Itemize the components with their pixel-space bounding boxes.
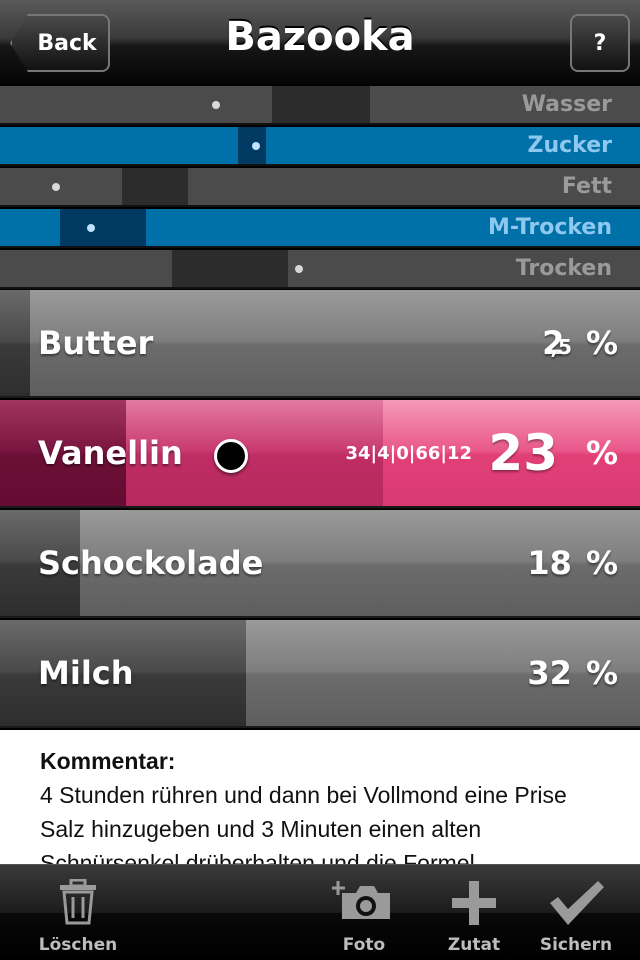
percent-value: 18 bbox=[527, 544, 572, 582]
photo-label: Foto bbox=[342, 935, 386, 955]
ingredient-percent: 18 % bbox=[527, 510, 618, 616]
delete-button[interactable]: Löschen bbox=[18, 865, 138, 960]
percent-fraction: ,5 bbox=[550, 335, 572, 359]
ingredient-fill bbox=[0, 290, 30, 396]
ingredient-row-schockolade[interactable]: Schockolade 18 % bbox=[0, 510, 640, 618]
photo-button[interactable]: Foto bbox=[304, 865, 424, 960]
comment-box[interactable]: Kommentar: 4 Stunden rühren und dann bei… bbox=[0, 730, 640, 864]
delete-label: Löschen bbox=[38, 935, 118, 955]
percent-value: 32 bbox=[527, 654, 572, 692]
toolbar: Löschen Foto Zutat Sichern bbox=[0, 864, 640, 960]
profile-label: Wasser bbox=[521, 92, 612, 117]
ingredient-percent: 32 % bbox=[527, 620, 618, 726]
profile-label: Fett bbox=[561, 174, 612, 199]
ingredient-row-vanellin[interactable]: Vanellin 34|4|0|66|12 23 % bbox=[0, 400, 640, 508]
profile-label: Zucker bbox=[527, 133, 612, 158]
help-button[interactable]: ? bbox=[570, 14, 630, 72]
profile-bar-m-trocken: M-Trocken bbox=[0, 209, 640, 248]
profile-marker bbox=[295, 264, 303, 273]
comment-heading: Kommentar: bbox=[40, 748, 176, 774]
ingredient-name: Milch bbox=[38, 654, 134, 692]
ingredient-percent: 2,5 % bbox=[542, 290, 618, 396]
profile-label: M-Trocken bbox=[487, 215, 612, 240]
navigation-bar: Back Bazooka ? bbox=[0, 0, 640, 86]
percent-value: 23 bbox=[488, 424, 558, 482]
page-title: Bazooka bbox=[225, 14, 415, 60]
profile-marker bbox=[252, 141, 260, 150]
checkmark-icon bbox=[550, 881, 604, 925]
ingredient-ratio: 34|4|0|66|12 bbox=[345, 442, 473, 464]
percent-unit: % bbox=[585, 544, 618, 582]
ingredient-name: Butter bbox=[38, 324, 154, 362]
profile-range bbox=[60, 209, 146, 246]
profile-marker bbox=[212, 100, 220, 109]
profile-marker bbox=[52, 182, 60, 191]
nutrient-profile: Wasser Zucker Fett M-Trocken Trocken bbox=[0, 86, 640, 290]
profile-marker bbox=[87, 223, 95, 232]
profile-bar-wasser: Wasser bbox=[0, 86, 640, 125]
save-button[interactable]: Sichern bbox=[516, 865, 636, 960]
ingredient-name: Schockolade bbox=[38, 544, 264, 582]
percent-unit: % bbox=[585, 434, 618, 472]
profile-bar-zucker: Zucker bbox=[0, 127, 640, 166]
percent-unit: % bbox=[585, 654, 618, 692]
ingredient-name: Vanellin bbox=[38, 434, 183, 472]
profile-label: Trocken bbox=[515, 256, 612, 281]
percent-unit: % bbox=[585, 324, 618, 362]
profile-bar-trocken: Trocken bbox=[0, 250, 640, 289]
profile-range bbox=[122, 168, 188, 205]
profile-range bbox=[172, 250, 288, 287]
ingredient-row-milch[interactable]: Milch 32 % bbox=[0, 620, 640, 728]
save-label: Sichern bbox=[539, 935, 613, 955]
profile-range bbox=[272, 86, 370, 123]
slider-knob[interactable] bbox=[214, 439, 248, 473]
add-photo-icon bbox=[332, 881, 390, 919]
plus-icon bbox=[452, 881, 496, 925]
comment-text: 4 Stunden rühren und dann bei Vollmond e… bbox=[40, 782, 567, 864]
trash-icon bbox=[60, 879, 96, 925]
profile-bar-fett: Fett bbox=[0, 168, 640, 207]
ingredient-row-butter[interactable]: Butter 2,5 % bbox=[0, 290, 640, 398]
